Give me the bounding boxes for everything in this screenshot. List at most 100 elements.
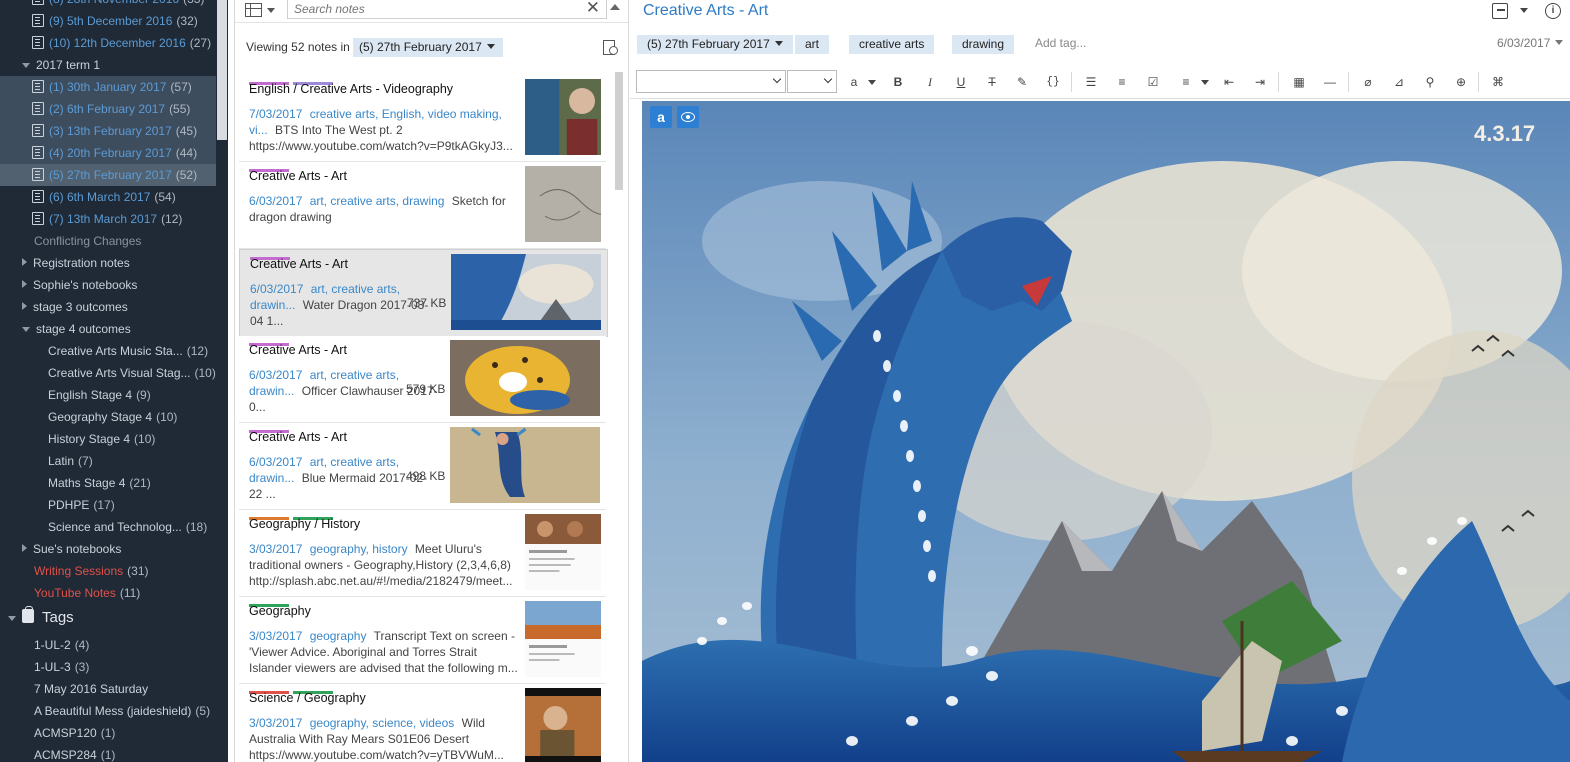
note-card[interactable]: Creative Arts - Art 6/03/2017 art, creati… xyxy=(239,423,606,510)
note-tag-chip[interactable]: creative arts xyxy=(849,35,935,54)
font-color-button[interactable]: a xyxy=(844,72,864,92)
note-title[interactable]: Creative Arts - Art xyxy=(643,2,768,20)
sidebar-item[interactable]: 2017 term 1 xyxy=(0,54,216,76)
italic-icon[interactable]: I xyxy=(920,72,940,92)
sidebar-item[interactable]: (7) 13th March 2017 (12) xyxy=(0,208,216,230)
strikethrough-icon[interactable]: T xyxy=(982,72,1002,92)
sidebar-item[interactable]: PDHPE (17) xyxy=(0,494,216,516)
sidebar-item[interactable]: (8) 28th November 2016 (33) xyxy=(0,0,216,10)
sidebar-item[interactable]: (9) 5th December 2016 (32) xyxy=(0,10,216,32)
note-card[interactable]: Science / Geography 3/03/2017 geography, … xyxy=(239,684,606,762)
expand-arrow-icon[interactable] xyxy=(22,63,30,68)
note-card[interactable]: Geography / History 3/03/2017 geography, … xyxy=(239,510,606,597)
sidebar-item[interactable]: Science and Technolog... (18) xyxy=(0,516,216,538)
note-tags[interactable]: geography, science, videos xyxy=(310,716,455,730)
note-list-scrollbar[interactable] xyxy=(615,72,623,190)
outdent-icon[interactable]: ⇤ xyxy=(1219,72,1239,92)
sidebar-item[interactable]: (10) 12th December 2016 (27) xyxy=(0,32,216,54)
sidebar-scrollbar[interactable] xyxy=(217,0,227,140)
bold-icon[interactable]: B xyxy=(888,72,908,92)
sidebar-item[interactable]: stage 3 outcomes xyxy=(0,296,216,318)
sidebar-item[interactable]: History Stage 4 (10) xyxy=(0,428,216,450)
collapse-arrow-icon[interactable] xyxy=(22,258,27,266)
font-size-select[interactable] xyxy=(787,70,837,93)
collapse-arrow-icon[interactable] xyxy=(22,302,27,310)
sidebar-item[interactable]: (2) 6th February 2017 (55) xyxy=(0,98,216,120)
collapse-up-icon[interactable] xyxy=(610,4,620,10)
note-image-painting[interactable]: 4.3.17 xyxy=(642,101,1570,762)
sidebar-item-count: (32) xyxy=(176,14,198,28)
find-in-notes-icon[interactable] xyxy=(603,40,619,56)
underline-icon[interactable]: U xyxy=(951,72,971,92)
search-input[interactable] xyxy=(288,0,574,17)
note-date-selector[interactable]: 6/03/2017 xyxy=(1497,36,1564,50)
numbered-list-icon[interactable]: ≡ xyxy=(1112,72,1132,92)
sidebar-item[interactable]: English Stage 4 (9) xyxy=(0,384,216,406)
font-family-select[interactable] xyxy=(636,70,786,93)
tag-item[interactable]: 1-UL-3 (3) xyxy=(0,656,89,678)
command-icon[interactable]: ⌘ xyxy=(1488,72,1508,92)
sidebar-item[interactable]: Sue's notebooks xyxy=(0,538,216,560)
note-card[interactable]: Creative Arts - Art 6/03/2017 art, creati… xyxy=(239,336,606,423)
note-tags[interactable]: art, creative arts, drawing xyxy=(310,194,445,208)
info-icon[interactable]: i xyxy=(1545,3,1561,19)
expand-arrow-icon[interactable] xyxy=(8,616,16,621)
sidebar-item[interactable]: (6) 6th March 2017 (54) xyxy=(0,186,216,208)
note-tags[interactable]: geography, history xyxy=(310,542,408,556)
note-card[interactable]: Geography 3/03/2017 geography Transcript … xyxy=(239,597,606,684)
tag-item[interactable]: 7 May 2016 Saturday xyxy=(0,678,148,700)
sidebar-item[interactable]: Geography Stage 4 (10) xyxy=(0,406,216,428)
sidebar-item[interactable]: Latin (7) xyxy=(0,450,216,472)
note-card[interactable]: Creative Arts - Art 6/03/2017 art, creati… xyxy=(239,162,606,249)
map-pin-icon[interactable]: ⚲ xyxy=(1420,72,1440,92)
add-tag-input[interactable]: Add tag... xyxy=(1035,36,1086,50)
sidebar-item[interactable]: Conflicting Changes xyxy=(0,230,216,252)
sidebar-item[interactable]: Maths Stage 4 (21) xyxy=(0,472,216,494)
sidebar-item[interactable]: (3) 13th February 2017 (45) xyxy=(0,120,216,142)
clear-search-icon[interactable]: ✕ xyxy=(586,0,600,17)
collapse-arrow-icon[interactable] xyxy=(22,544,27,552)
sidebar-item[interactable]: Sophie's notebooks xyxy=(0,274,216,296)
sidebar-item[interactable]: YouTube Notes (11) xyxy=(0,582,216,604)
notebook-filter-dropdown[interactable]: (5) 27th February 2017 xyxy=(353,38,503,57)
expand-arrow-icon[interactable] xyxy=(22,327,30,332)
encrypt-icon[interactable]: ⊿ xyxy=(1389,72,1409,92)
sidebar-item[interactable]: (4) 20th February 2017 (44) xyxy=(0,142,216,164)
note-card[interactable]: English / Creative Arts - Videography 7/0… xyxy=(239,75,606,162)
horizontal-rule-icon[interactable]: — xyxy=(1320,72,1340,92)
indent-icon[interactable]: ⇥ xyxy=(1250,72,1270,92)
code-icon[interactable]: {} xyxy=(1043,72,1063,92)
note-tags[interactable]: geography xyxy=(310,629,367,643)
sidebar-item[interactable]: Creative Arts Music Sta... (12) xyxy=(0,340,216,362)
bullet-list-icon[interactable]: ☰ xyxy=(1081,72,1101,92)
web-clip-icon[interactable]: ⊕ xyxy=(1451,72,1471,92)
sidebar-item[interactable]: Creative Arts Visual Stag... (10) xyxy=(0,362,216,384)
highlight-icon[interactable]: ✎ xyxy=(1012,72,1032,92)
tag-item[interactable]: 1-UL-2 (4) xyxy=(0,634,89,656)
view-mode-button[interactable] xyxy=(245,2,279,18)
checklist-icon[interactable]: ☑ xyxy=(1143,72,1163,92)
annotate-button[interactable]: a xyxy=(650,106,672,128)
tags-section-header[interactable]: Tags xyxy=(8,606,74,626)
align-icon[interactable]: ≡ xyxy=(1176,72,1196,92)
sidebar-item[interactable]: (1) 30th January 2017 (57) xyxy=(0,76,216,98)
tag-item[interactable]: ACMSP120 (1) xyxy=(0,722,115,744)
tag-item[interactable]: ACMSP284 (1) xyxy=(0,744,115,762)
sidebar-item[interactable]: stage 4 outcomes xyxy=(0,318,216,340)
chevron-down-icon[interactable] xyxy=(868,80,876,85)
collapse-arrow-icon[interactable] xyxy=(22,280,27,288)
chevron-down-icon[interactable] xyxy=(1520,8,1528,13)
table-icon[interactable]: ▦ xyxy=(1289,72,1309,92)
eye-icon[interactable] xyxy=(677,106,699,128)
tag-item[interactable]: A Beautiful Mess (jaideshield) (5) xyxy=(0,700,210,722)
note-notebook-selector[interactable]: (5) 27th February 2017 xyxy=(637,35,793,54)
note-tag-chip[interactable]: drawing xyxy=(952,35,1015,54)
share-icon[interactable] xyxy=(1492,3,1508,19)
attachment-icon[interactable]: ⌀ xyxy=(1358,72,1378,92)
note-tag-chip[interactable]: art xyxy=(795,35,830,54)
note-card[interactable]: Creative Arts - Art 6/03/2017 art, creati… xyxy=(239,249,608,337)
chevron-down-icon[interactable] xyxy=(1201,80,1209,85)
sidebar-item[interactable]: (5) 27th February 2017 (52) xyxy=(0,164,216,186)
sidebar-item[interactable]: Writing Sessions (31) xyxy=(0,560,216,582)
sidebar-item[interactable]: Registration notes xyxy=(0,252,216,274)
